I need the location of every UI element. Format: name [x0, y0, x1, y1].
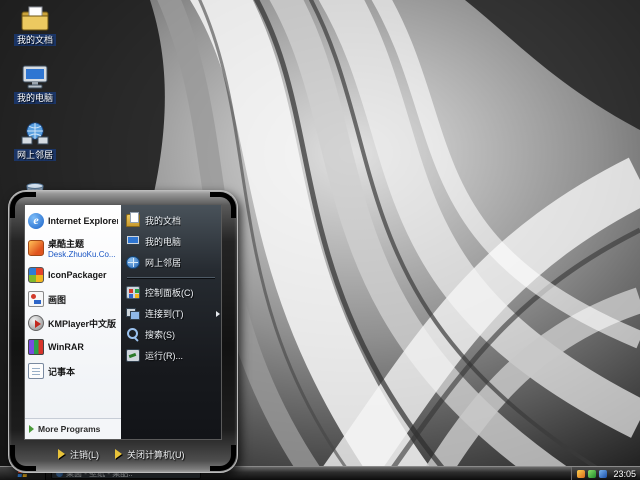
tray-icon-3[interactable] [599, 470, 607, 478]
desktop-icon-label: 我的文档 [14, 34, 56, 46]
my-computer-icon [20, 64, 50, 90]
my-documents-icon [126, 214, 140, 227]
search-icon [126, 328, 140, 341]
tray-icon-1[interactable] [577, 470, 585, 478]
log-off-button[interactable]: 注销(L) [58, 448, 99, 461]
start-menu-right-column: 我的文档 我的电脑 网上邻居 控制面板(C) 连接到(T) [121, 205, 221, 439]
start-menu-item-zhuoku-theme[interactable]: 桌酷主题 Desk.ZhuoKu.Co... [25, 233, 121, 263]
separator [127, 277, 215, 278]
desktop-icon-label: 我的电脑 [14, 92, 56, 104]
submenu-arrow-icon [216, 311, 220, 317]
start-menu-item-iconpackager[interactable]: IconPackager [25, 263, 121, 287]
spacer [25, 383, 121, 418]
start-menu-item-my-documents[interactable]: 我的文档 [121, 210, 221, 231]
taskbar-clock: 23:05 [613, 469, 636, 479]
desktop-icon-my-documents[interactable]: 我的文档 [5, 6, 65, 46]
start-menu-item-notepad[interactable]: 记事本 [25, 359, 121, 383]
start-menu: Internet Explorer 桌酷主题 Desk.ZhuoKu.Co...… [8, 190, 238, 473]
iconpackager-icon [28, 267, 44, 283]
start-menu-left-column: Internet Explorer 桌酷主题 Desk.ZhuoKu.Co...… [25, 205, 121, 439]
system-tray: 23:05 [571, 467, 640, 480]
zhuoku-theme-icon [28, 240, 44, 256]
start-menu-item-run[interactable]: 运行(R)... [121, 345, 221, 366]
start-menu-item-connect-to[interactable]: 连接到(T) [121, 303, 221, 324]
start-menu-item-paint[interactable]: 画图 [25, 287, 121, 311]
control-panel-icon [126, 286, 140, 299]
network-places-icon [126, 256, 140, 269]
start-menu-item-kmplayer[interactable]: KMPlayer中文版 [25, 311, 121, 335]
start-menu-item-control-panel[interactable]: 控制面板(C) [121, 282, 221, 303]
my-documents-icon [20, 6, 50, 32]
turn-off-computer-button[interactable]: 关闭计算机(U) [115, 448, 185, 461]
more-programs-arrow-icon [29, 425, 34, 433]
start-menu-item-winrar[interactable]: WinRAR [25, 335, 121, 359]
desktop-icon-label: 网上邻居 [14, 149, 56, 161]
winrar-icon [28, 339, 44, 355]
start-menu-body: Internet Explorer 桌酷主题 Desk.ZhuoKu.Co...… [24, 204, 222, 440]
start-menu-item-search[interactable]: 搜索(S) [121, 324, 221, 345]
start-menu-item-network-places[interactable]: 网上邻居 [121, 252, 221, 273]
run-icon [126, 349, 140, 362]
network-places-icon [20, 121, 50, 147]
start-menu-footer: 注销(L) 关闭计算机(U) [24, 443, 222, 465]
start-menu-item-my-computer[interactable]: 我的电脑 [121, 231, 221, 252]
log-off-icon [58, 449, 65, 459]
notepad-icon [28, 363, 44, 379]
tray-icon-2[interactable] [588, 470, 596, 478]
desktop-icon-network-places[interactable]: 网上邻居 [5, 121, 65, 161]
more-programs-button[interactable]: More Programs [25, 418, 121, 439]
kmplayer-icon [28, 315, 44, 331]
internet-explorer-icon [28, 213, 44, 229]
connect-to-icon [126, 307, 140, 320]
start-menu-item-internet-explorer[interactable]: Internet Explorer [25, 209, 121, 233]
paint-icon [28, 291, 44, 307]
my-computer-icon [126, 235, 140, 248]
desktop-icon-my-computer[interactable]: 我的电脑 [5, 64, 65, 104]
turn-off-computer-icon [115, 449, 122, 459]
